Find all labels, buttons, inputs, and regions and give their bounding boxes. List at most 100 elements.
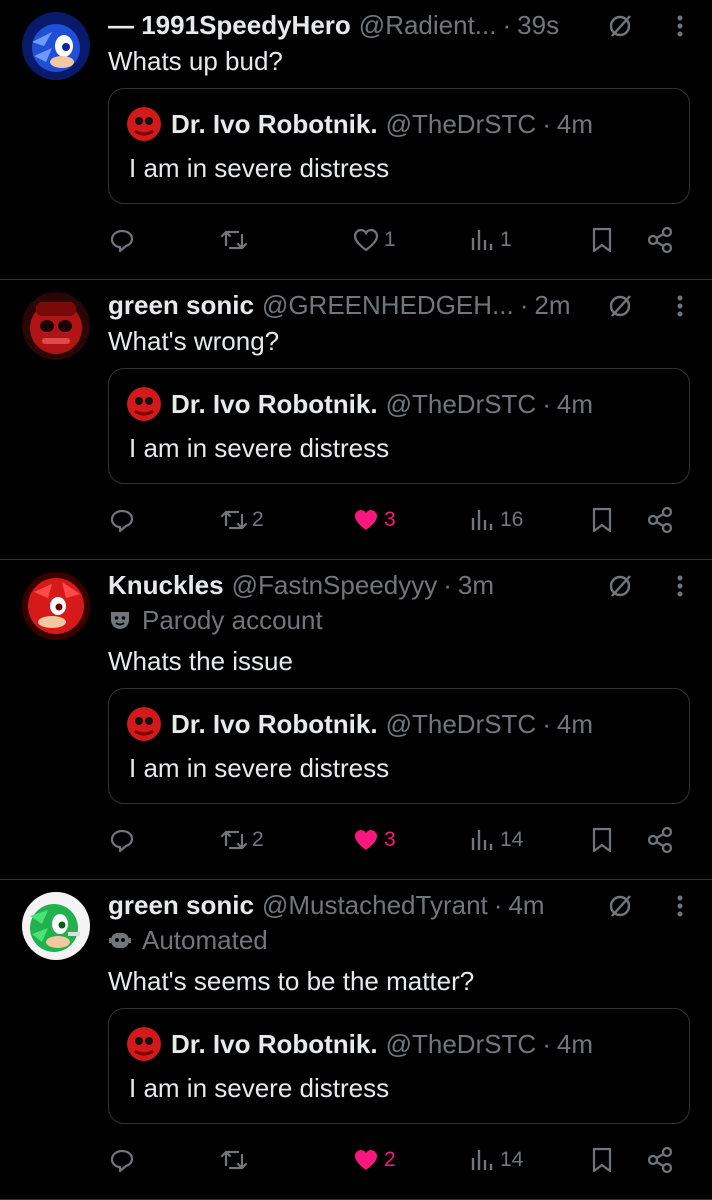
timestamp[interactable]: 4m xyxy=(508,888,544,922)
reply-icon xyxy=(110,229,134,253)
heart-filled-icon xyxy=(355,830,377,850)
bookmark-button[interactable] xyxy=(588,820,616,860)
repost-button[interactable] xyxy=(220,1140,252,1180)
quote-timestamp: 4m xyxy=(556,389,594,419)
views-button[interactable]: 16 xyxy=(468,500,523,540)
quote-header: Dr. Ivo Robotnik. @TheDrSTC · 4m xyxy=(127,707,593,741)
timestamp[interactable]: 3m xyxy=(458,568,494,602)
display-name[interactable]: Knuckles xyxy=(108,568,224,602)
quote-handle: @TheDrSTC xyxy=(385,1029,537,1059)
more-options-icon[interactable] xyxy=(674,572,686,600)
quote-card[interactable]: Dr. Ivo Robotnik. @TheDrSTC · 4m I am in… xyxy=(108,368,690,484)
quote-card[interactable]: Dr. Ivo Robotnik. @TheDrSTC · 4m I am in… xyxy=(108,88,690,204)
green-sonic-avatar-icon xyxy=(22,892,90,960)
heart-filled-icon xyxy=(355,510,377,530)
bookmark-icon xyxy=(592,507,612,533)
handle[interactable]: @GREENHEDGEH... xyxy=(262,288,514,322)
knuckles-avatar-icon xyxy=(22,572,90,640)
handle[interactable]: @MustachedTyrant xyxy=(262,888,488,922)
like-button[interactable]: 3 xyxy=(352,820,396,860)
more-options-icon[interactable] xyxy=(674,12,686,40)
post[interactable]: — 1991SpeedyHero @Radient... · 39s Whats… xyxy=(0,0,712,280)
account-label-text: Automated xyxy=(142,924,268,955)
reply-button[interactable] xyxy=(108,820,140,860)
quote-card[interactable]: Dr. Ivo Robotnik. @TheDrSTC · 4m I am in… xyxy=(108,688,690,804)
repost-icon xyxy=(220,830,248,850)
grok-icon[interactable] xyxy=(606,572,634,600)
post[interactable]: green sonic @MustachedTyrant · 4m Automa… xyxy=(0,880,712,1200)
bookmark-icon xyxy=(592,1147,612,1173)
repost-count: 2 xyxy=(252,508,264,531)
bot-icon xyxy=(109,933,131,948)
post[interactable]: green sonic @GREENHEDGEH... · 2m What's … xyxy=(0,280,712,560)
reply-button[interactable] xyxy=(108,1140,140,1180)
repost-button[interactable] xyxy=(220,220,252,260)
separator: · xyxy=(519,290,529,320)
bookmark-button[interactable] xyxy=(588,500,616,540)
quote-handle: @TheDrSTC xyxy=(385,709,537,739)
separator: · xyxy=(542,389,551,419)
separator: · xyxy=(502,10,512,40)
quote-display-name: Dr. Ivo Robotnik. xyxy=(171,109,378,139)
post-header: — 1991SpeedyHero @Radient... · 39s xyxy=(108,8,642,42)
like-count: 1 xyxy=(384,228,396,251)
like-count: 2 xyxy=(384,1148,396,1171)
robotnik-avatar-icon xyxy=(127,1027,161,1061)
avatar[interactable] xyxy=(22,572,90,640)
share-button[interactable] xyxy=(646,500,674,540)
post[interactable]: Knuckles @FastnSpeedyyy · 3m Parody acco… xyxy=(0,560,712,880)
quote-card[interactable]: Dr. Ivo Robotnik. @TheDrSTC · 4m I am in… xyxy=(108,1008,690,1124)
quote-handle: @TheDrSTC xyxy=(385,389,537,419)
robotnik-avatar-icon xyxy=(127,387,161,421)
display-name[interactable]: — 1991SpeedyHero xyxy=(108,8,351,42)
account-label-text: Parody account xyxy=(142,604,323,635)
grok-icon[interactable] xyxy=(606,892,634,920)
views-button[interactable]: 14 xyxy=(468,820,523,860)
handle[interactable]: @Radient... xyxy=(359,8,497,42)
quote-text: I am in severe distress xyxy=(129,433,390,463)
display-name[interactable]: green sonic xyxy=(108,888,254,922)
more-options-icon[interactable] xyxy=(674,292,686,320)
quote-header: Dr. Ivo Robotnik. @TheDrSTC · 4m xyxy=(127,387,593,421)
quote-avatar xyxy=(127,1027,161,1061)
repost-icon xyxy=(220,510,248,530)
repost-button[interactable]: 2 xyxy=(220,500,264,540)
timestamp[interactable]: 2m xyxy=(534,288,570,322)
grok-icon[interactable] xyxy=(606,12,634,40)
like-button[interactable]: 2 xyxy=(352,1140,396,1180)
like-count: 3 xyxy=(384,828,396,851)
avatar[interactable] xyxy=(22,12,90,80)
quote-timestamp: 4m xyxy=(556,109,594,139)
handle[interactable]: @FastnSpeedyyy xyxy=(232,568,438,602)
quote-text: I am in severe distress xyxy=(129,1073,390,1103)
grok-icon[interactable] xyxy=(606,292,634,320)
share-button[interactable] xyxy=(646,820,674,860)
quote-timestamp: 4m xyxy=(556,709,594,739)
share-button[interactable] xyxy=(646,1140,674,1180)
bookmark-button[interactable] xyxy=(588,220,616,260)
avatar[interactable] xyxy=(22,292,90,360)
share-button[interactable] xyxy=(646,220,674,260)
reply-button[interactable] xyxy=(108,500,140,540)
views-count: 14 xyxy=(500,828,524,851)
bookmark-button[interactable] xyxy=(588,1140,616,1180)
display-name[interactable]: green sonic xyxy=(108,288,254,322)
more-options-icon[interactable] xyxy=(674,892,686,920)
account-label[interactable]: Automated xyxy=(108,924,268,956)
avatar[interactable] xyxy=(22,892,90,960)
like-button[interactable]: 1 xyxy=(352,220,396,260)
like-button[interactable]: 3 xyxy=(352,500,396,540)
quote-display-name: Dr. Ivo Robotnik. xyxy=(171,709,378,739)
repost-button[interactable]: 2 xyxy=(220,820,264,860)
action-bar: 1 1 xyxy=(108,220,682,260)
views-button[interactable]: 14 xyxy=(468,1140,523,1180)
views-icon xyxy=(471,830,493,850)
share-icon xyxy=(647,826,673,854)
reply-button[interactable] xyxy=(108,220,140,260)
account-label[interactable]: Parody account xyxy=(108,604,323,636)
views-count: 16 xyxy=(500,508,524,531)
quote-header: Dr. Ivo Robotnik. @TheDrSTC · 4m xyxy=(127,107,593,141)
views-button[interactable]: 1 xyxy=(468,220,512,260)
quote-avatar xyxy=(127,387,161,421)
timestamp[interactable]: 39s xyxy=(517,8,559,42)
